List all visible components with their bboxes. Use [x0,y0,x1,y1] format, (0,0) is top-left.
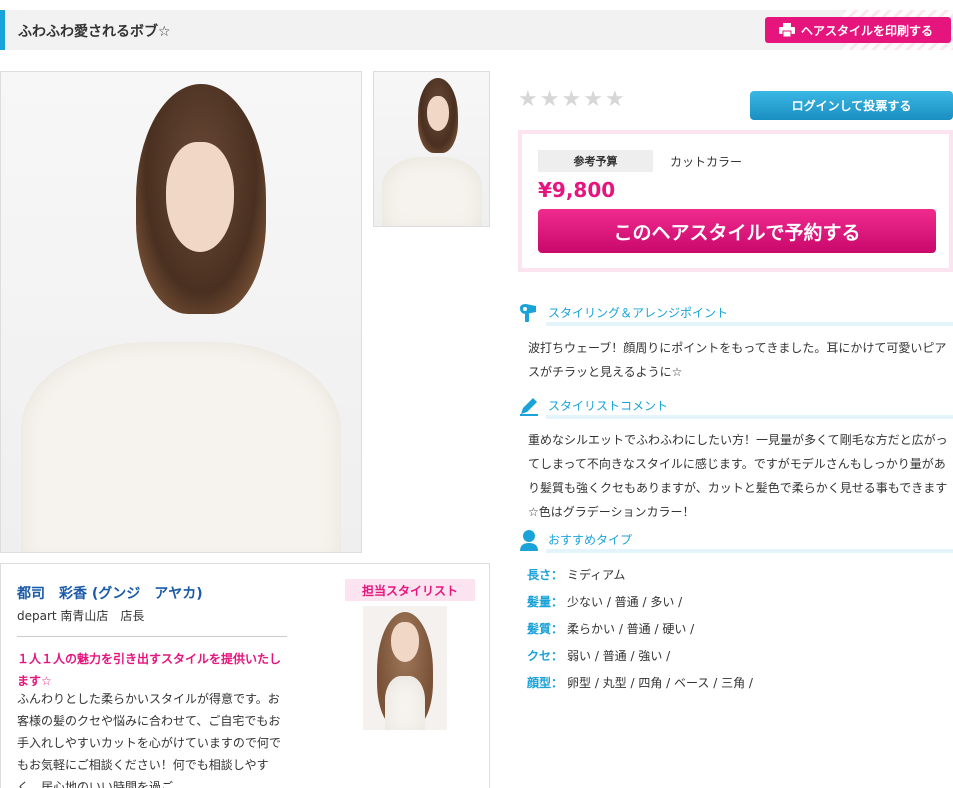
printer-icon [779,23,795,37]
type-row-length: 長さ： ミディアム [527,566,625,586]
budget-menu: カットカラー [670,155,743,169]
price-value: ¥9,800 [538,178,616,202]
stylist-card: 都司 彩香 (グンジ アヤカ) depart 南青山店 店長 １人１人の魅力を引… [0,563,490,788]
type-row-texture: 髪質： 柔らかい / 普通 / 硬い / [527,620,694,640]
print-hairstyle-button[interactable]: ヘアスタイルを印刷する [765,17,951,43]
star-icon[interactable]: ★ [583,89,603,111]
styling-point-heading: スタイリング＆アレンジポイント [518,302,953,326]
stylist-name-link[interactable]: 都司 彩香 (グンジ アヤカ) [17,583,203,603]
stylist-photo[interactable] [363,606,447,730]
thumb-face [427,96,449,131]
stylist-photo-top [385,676,425,730]
stylist-comment-title: スタイリストコメント [548,399,669,413]
pencil-icon [520,398,538,416]
type-row-volume: 髪量： 少ない / 普通 / 多い / [527,593,682,613]
type-value: 柔らかい / 普通 / 硬い / [567,622,695,636]
star-icon[interactable]: ★ [605,89,625,111]
star-icon[interactable]: ★ [540,89,560,111]
login-vote-button[interactable]: ログインして投票する [750,91,953,120]
type-key: 髪質： [527,622,564,636]
page-title: ふわふわ愛されるボブ☆ [18,24,171,40]
person-icon [520,530,538,551]
photo-blouse [21,342,341,552]
hairstyle-thumbnail[interactable] [373,71,490,227]
recommend-heading: おすすめタイプ [518,529,953,553]
header-accent-bar [0,10,5,50]
type-key: 顔型： [527,676,564,690]
star-icon[interactable]: ★ [561,89,581,111]
type-value: 弱い / 普通 / 強い / [567,649,671,663]
hair-dryer-icon [520,304,536,322]
styling-point-title: スタイリング＆アレンジポイント [548,306,729,320]
photo-face [166,142,234,252]
stylist-catchphrase: １人１人の魅力を引き出すスタイルを提供いたします☆ [17,652,282,688]
stylist-comment-heading: スタイリストコメント [518,395,953,419]
section-underline [546,322,953,326]
section-underline [546,549,953,553]
stylist-comment-text: 重めなシルエットでふわふわにしたい方！一見量が多くて剛毛な方だと広がってしまって… [528,433,948,519]
stylist-shop: depart 南青山店 店長 [17,609,145,623]
reserve-button[interactable]: このヘアスタイルで予約する [538,209,936,253]
print-button-label: ヘアスタイルを印刷する [801,23,934,38]
type-value: 卵型 / 丸型 / 四角 / ベース / 三角 / [567,676,753,690]
price-box: 参考予算 カットカラー ¥9,800 このヘアスタイルで予約する [518,130,953,272]
stylist-badge: 担当スタイリスト [345,579,475,601]
type-key: クセ： [527,649,564,663]
page-header: ふわふわ愛されるボブ☆ ヘアスタイルを印刷する [0,10,953,50]
star-icon[interactable]: ★ [518,89,538,111]
hairstyle-main-photo[interactable] [0,71,362,553]
thumb-blouse [382,157,482,226]
type-key: 長さ： [527,568,564,582]
stylist-photo-face [391,622,419,662]
rating-stars: ★ ★ ★ ★ ★ [518,89,625,111]
section-underline [546,415,953,419]
type-key: 髪量： [527,595,564,609]
budget-label: 参考予算 [538,150,653,172]
type-value: 少ない / 普通 / 多い / [567,595,683,609]
type-row-face: 顔型： 卵型 / 丸型 / 四角 / ベース / 三角 / [527,674,753,694]
divider [17,636,287,637]
type-value: ミディアム [567,568,626,582]
styling-point-text: 波打ちウェーブ！顔周りにポイントをもってきました。耳にかけて可愛いピアスがチラッ… [528,341,947,379]
type-row-curl: クセ： 弱い / 普通 / 強い / [527,647,670,667]
stylist-description: ふんわりとした柔らかいスタイルが得意です。お客様の髪のクセや悩みに合わせて、ご自… [17,692,281,788]
recommend-title: おすすめタイプ [548,533,633,547]
